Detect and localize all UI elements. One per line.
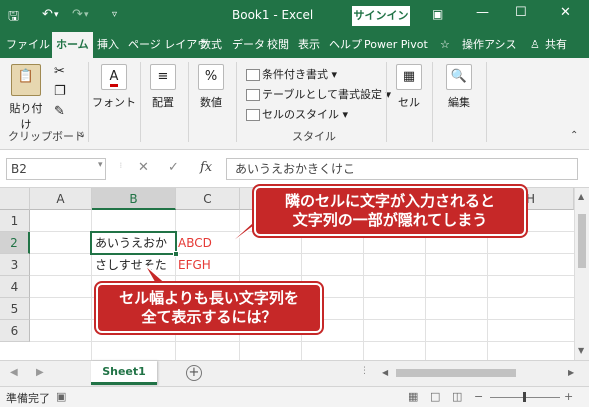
callout-line: 隣のセルに文字が入力されると (284, 192, 495, 210)
callout-question: セル幅よりも長い文字列を 全て表示するには？ (96, 283, 322, 333)
callout-line: セル幅よりも長い文字列を (119, 289, 299, 307)
callout-line: 文字列の一部が隠れてしまう (292, 211, 488, 229)
callout-line: 全て表示するには？ (141, 308, 277, 326)
callout-hidden-text: 隣のセルに文字が入力されると 文字列の一部が隠れてしまう (254, 186, 526, 236)
